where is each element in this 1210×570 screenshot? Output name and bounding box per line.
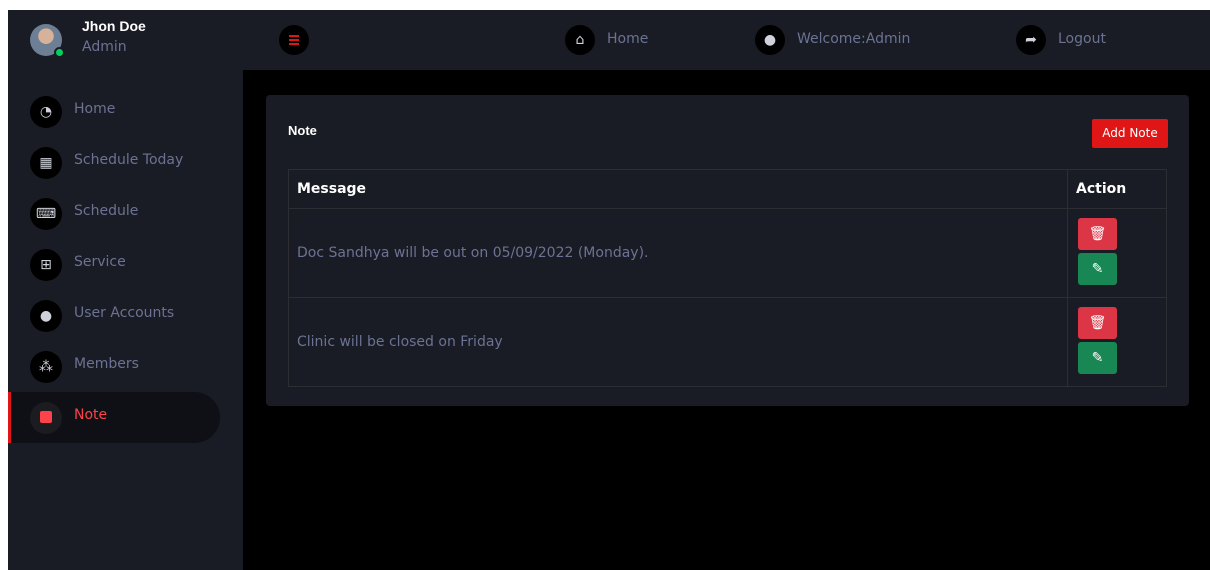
sidebar-item-user-accounts[interactable]: ● User Accounts	[8, 290, 243, 341]
column-header-message: Message	[288, 169, 1068, 209]
sidebar-item-members[interactable]: ⁂ Members	[8, 341, 243, 392]
sidebar-item-label: Schedule Today	[74, 152, 184, 168]
pencil-icon: ✎	[1091, 350, 1104, 366]
note-message: Clinic will be closed on Friday	[288, 297, 1068, 387]
sticky-note-icon	[30, 402, 62, 434]
sidebar-item-label: Members	[74, 356, 139, 372]
sidebar-item-schedule-today[interactable]: ▦ Schedule Today	[8, 137, 243, 188]
sidebar-item-label: Note	[74, 407, 108, 423]
sidebar-item-label: User Accounts	[74, 305, 175, 321]
card-title: Note	[288, 123, 317, 138]
profile-header: Jhon Doe Admin	[8, 10, 243, 70]
online-status-indicator	[54, 47, 65, 58]
note-card: Note Add Note Message Action Doc Sandhya…	[266, 95, 1189, 406]
sidebar-item-note[interactable]: Note	[8, 392, 220, 443]
profile-role: Admin	[82, 39, 127, 55]
top-nav-welcome-label: Welcome:Admin	[797, 31, 911, 47]
action-cell: 🗑 ✎	[1067, 208, 1167, 298]
delete-button[interactable]: 🗑	[1078, 218, 1117, 250]
menu-toggle-button[interactable]	[279, 25, 309, 55]
sidebar-item-label: Schedule	[74, 203, 139, 219]
app-shell: Jhon Doe Admin ◔ Home ▦ Schedule Today ⌨…	[8, 10, 1210, 570]
table-header-row: Message Action	[288, 169, 1167, 209]
table-row: Clinic will be closed on Friday 🗑 ✎	[288, 297, 1167, 387]
table-row: Doc Sandhya will be out on 05/09/2022 (M…	[288, 208, 1167, 298]
grid-icon: ▦	[30, 147, 62, 179]
users-icon: ⁂	[30, 351, 62, 383]
pencil-icon: ✎	[1091, 261, 1104, 277]
column-header-action: Action	[1067, 169, 1167, 209]
sidebar-item-home[interactable]: ◔ Home	[8, 86, 243, 137]
sidebar-item-label: Service	[74, 254, 126, 270]
sidebar-nav: ◔ Home ▦ Schedule Today ⌨ Schedule ⊞ Ser…	[8, 86, 243, 443]
sidebar-item-schedule[interactable]: ⌨ Schedule	[8, 188, 243, 239]
trash-icon: 🗑	[1088, 226, 1107, 242]
top-nav-home-label: Home	[607, 31, 649, 47]
note-message: Doc Sandhya will be out on 05/09/2022 (M…	[288, 208, 1068, 298]
user-icon: ●	[30, 300, 62, 332]
table-icon: ⊞	[30, 249, 62, 281]
notes-table: Message Action Doc Sandhya will be out o…	[288, 169, 1167, 387]
sidebar-item-service[interactable]: ⊞ Service	[8, 239, 243, 290]
dashboard-icon: ◔	[30, 96, 62, 128]
action-cell: 🗑 ✎	[1067, 297, 1167, 387]
sidebar: Jhon Doe Admin ◔ Home ▦ Schedule Today ⌨…	[8, 10, 243, 570]
edit-button[interactable]: ✎	[1078, 253, 1117, 285]
user-icon: ●	[755, 25, 785, 55]
home-icon: ⌂	[565, 25, 595, 55]
avatar	[30, 24, 65, 58]
logout-label: Logout	[1058, 31, 1106, 47]
sidebar-item-label: Home	[74, 101, 116, 117]
edit-button[interactable]: ✎	[1078, 342, 1117, 374]
top-navbar: ⌂ Home ● Welcome:Admin ➦ Logout	[243, 10, 1210, 70]
add-note-button[interactable]: Add Note	[1092, 119, 1168, 148]
keyboard-icon: ⌨	[30, 198, 62, 230]
trash-icon: 🗑	[1088, 315, 1107, 331]
delete-button[interactable]: 🗑	[1078, 307, 1117, 339]
profile-name: Jhon Doe	[82, 18, 146, 34]
share-arrow-icon: ➦	[1016, 25, 1046, 55]
